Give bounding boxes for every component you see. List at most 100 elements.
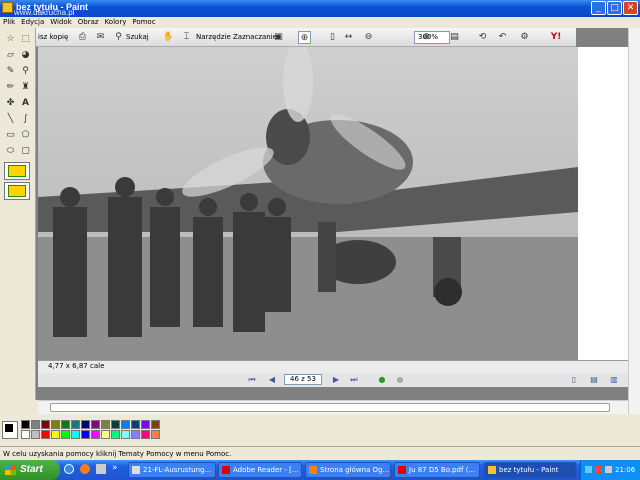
close-button[interactable]: ✕ [623, 1, 638, 15]
previous-page-icon[interactable]: ◀ [266, 374, 278, 385]
zoom-in-tool-icon[interactable]: ⊕ [298, 31, 311, 44]
task-button-4[interactable]: Ju 87 D5 Bo.pdf (... [394, 462, 480, 478]
menu-help[interactable]: Pomoc [129, 17, 158, 28]
title-bar[interactable]: bez tytułu - Paint www.dakrucha.pl _ □ ✕ [0, 0, 640, 17]
airbrush-icon[interactable]: ✤ [3, 96, 18, 110]
color-swatch[interactable] [41, 420, 50, 429]
maximize-button[interactable]: □ [607, 1, 622, 15]
rotate-icon[interactable]: ⟲ [476, 31, 489, 44]
line-tool-icon[interactable]: ╲ [3, 112, 18, 126]
task-button-1[interactable]: 21-FL-Ausrustung... [128, 462, 216, 478]
menu-image[interactable]: Obraz [75, 17, 102, 28]
color-swatch[interactable] [41, 430, 50, 439]
fit-page-icon[interactable]: ▯ [326, 31, 339, 44]
select-cursor-icon[interactable]: ⌶ [180, 31, 193, 44]
menu-colors[interactable]: Kolory [102, 17, 130, 28]
next-page-icon[interactable]: ▶ [330, 374, 342, 385]
color-swatch[interactable] [101, 430, 110, 439]
vertical-scrollbar[interactable] [628, 28, 640, 414]
fit-width-icon[interactable]: ↔ [342, 31, 355, 44]
yahoo-icon[interactable]: Y! [544, 31, 568, 44]
eraser-icon[interactable]: ▱ [3, 48, 18, 62]
network-icon[interactable] [585, 466, 592, 473]
color-swatch[interactable] [151, 420, 160, 429]
polygon-tool-icon[interactable]: ⬠ [18, 128, 33, 142]
color-swatch[interactable] [91, 430, 100, 439]
color-swatch[interactable] [101, 420, 110, 429]
single-page-icon[interactable]: ▯ [568, 374, 580, 385]
volume-icon[interactable] [605, 466, 612, 473]
menu-view[interactable]: Widok [47, 17, 75, 28]
curve-tool-icon[interactable]: ∫ [18, 112, 33, 126]
text-tool-icon[interactable]: A [18, 96, 33, 110]
menu-edit[interactable]: Edycja [18, 17, 47, 28]
security-icon[interactable] [595, 466, 602, 473]
select-tool-label[interactable]: Narzędzie Zaznaczanie [196, 31, 277, 44]
ie-quicklaunch-icon[interactable] [64, 464, 74, 474]
magnifier-icon[interactable]: ⚲ [18, 64, 33, 78]
color-swatch[interactable] [131, 420, 140, 429]
color-swatch[interactable] [111, 420, 120, 429]
color-swatch[interactable] [21, 420, 30, 429]
email-icon[interactable]: ✉ [94, 31, 107, 44]
color-swatch[interactable] [141, 420, 150, 429]
color-swatch[interactable] [71, 420, 80, 429]
brush-icon[interactable]: ♜ [18, 80, 33, 94]
color-swatch[interactable] [21, 430, 30, 439]
ellipse-tool-icon[interactable]: ⬭ [3, 144, 18, 158]
task-button-2[interactable]: Adobe Reader - [... [218, 462, 302, 478]
rect-select-icon[interactable]: ⬚ [18, 32, 33, 46]
color-swatch[interactable] [111, 430, 120, 439]
color-swatch[interactable] [81, 420, 90, 429]
menu-file[interactable]: Plik [0, 17, 18, 28]
color-swatch[interactable] [51, 430, 60, 439]
fill-bucket-icon[interactable]: ◕ [18, 48, 33, 62]
save-copy-label[interactable]: isz kopię [38, 31, 68, 44]
color-swatch[interactable] [31, 420, 40, 429]
go-forward-icon[interactable]: ● [394, 374, 406, 385]
horizontal-scrollbar[interactable] [38, 400, 628, 414]
snapshot-icon[interactable]: ▣ [272, 31, 285, 44]
opaque-option[interactable] [4, 182, 30, 200]
zoom-plus-icon[interactable]: ⊕ [420, 31, 433, 44]
color-swatch[interactable] [51, 420, 60, 429]
quicklaunch-more-icon[interactable]: » [112, 463, 118, 473]
rounded-rect-tool-icon[interactable]: ▢ [18, 144, 33, 158]
last-page-icon[interactable]: ⏭ [348, 374, 360, 385]
color-swatch[interactable] [61, 430, 70, 439]
start-button[interactable]: Start [0, 460, 60, 480]
transparent-option[interactable] [4, 162, 30, 180]
color-swatch[interactable] [61, 420, 70, 429]
firefox-quicklaunch-icon[interactable] [80, 464, 90, 474]
minimize-button[interactable]: _ [591, 1, 606, 15]
color-swatch[interactable] [131, 430, 140, 439]
color-swatch[interactable] [91, 420, 100, 429]
pencil-icon[interactable]: ✏ [3, 80, 18, 94]
continuous-icon[interactable]: ▤ [588, 374, 600, 385]
undo-icon[interactable]: ↶ [496, 31, 509, 44]
zoom-out-icon[interactable]: ⊖ [362, 31, 375, 44]
scroll-thumb[interactable] [50, 403, 610, 412]
search-label[interactable]: Szukaj [126, 31, 149, 44]
desktop-quicklaunch-icon[interactable] [96, 464, 106, 474]
free-select-icon[interactable]: ☆ [3, 32, 18, 46]
page-indicator[interactable]: 46 z 53 [284, 374, 322, 385]
color-swatch[interactable] [31, 430, 40, 439]
facing-pages-icon[interactable]: ▥ [608, 374, 620, 385]
hand-tool-icon[interactable]: ✋ [162, 31, 175, 44]
task-button-5[interactable]: bez tytułu - Paint [484, 462, 576, 478]
color-swatch[interactable] [121, 420, 130, 429]
color-picker-icon[interactable]: ✎ [3, 64, 18, 78]
print-icon[interactable]: ⎙ [76, 31, 89, 44]
search-icon[interactable]: ⚲ [112, 31, 125, 44]
color-swatch[interactable] [141, 430, 150, 439]
color-swatch[interactable] [71, 430, 80, 439]
color-swatch[interactable] [121, 430, 130, 439]
first-page-icon[interactable]: ⏮ [246, 374, 258, 385]
current-colors[interactable] [2, 421, 18, 439]
task-button-3[interactable]: Strona główna Og... [305, 462, 391, 478]
go-back-icon[interactable]: ● [376, 374, 388, 385]
rectangle-tool-icon[interactable]: ▭ [3, 128, 18, 142]
page-layout-icon[interactable]: ▤ [448, 31, 461, 44]
color-swatch[interactable] [151, 430, 160, 439]
